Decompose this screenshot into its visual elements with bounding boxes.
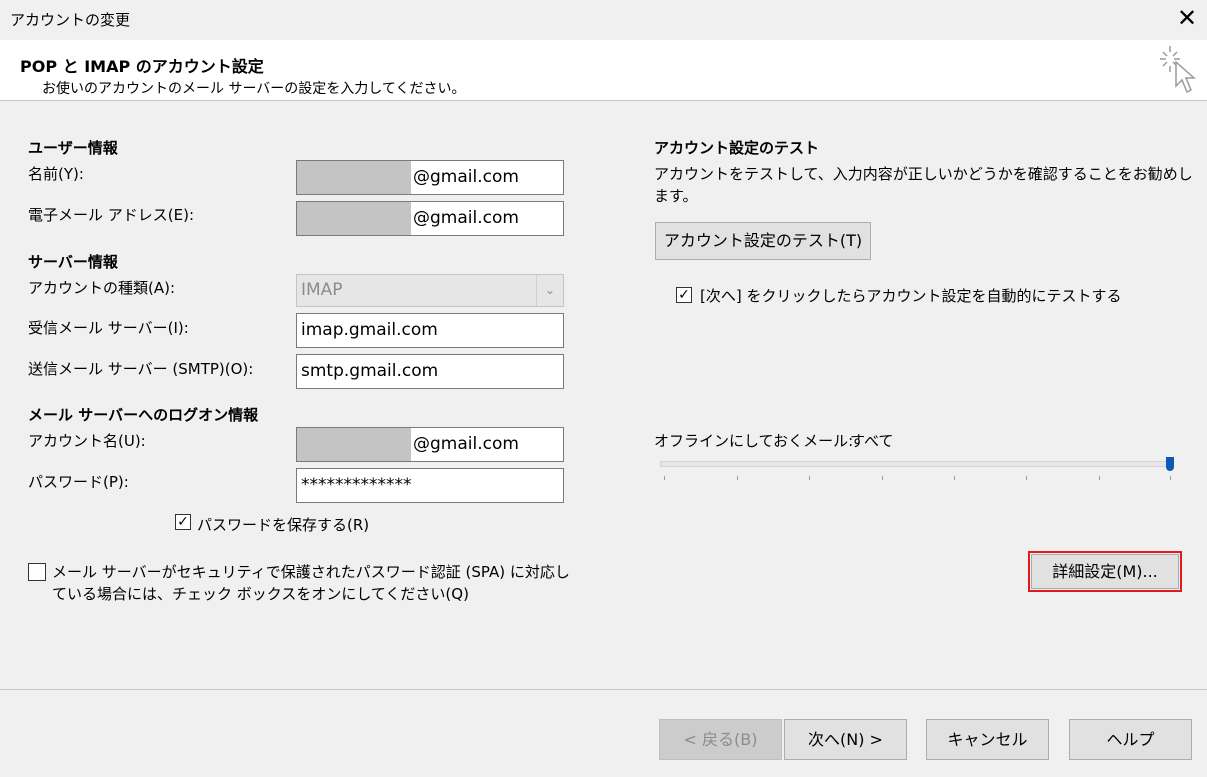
- email-label: 電子メール アドレス(E):: [28, 206, 195, 224]
- close-icon[interactable]: ✕: [1176, 4, 1198, 32]
- slider-tick: [882, 476, 883, 480]
- footer-divider: [0, 689, 1207, 690]
- redacted-mask: [297, 161, 411, 194]
- offline-mail-value: すべて: [850, 432, 894, 450]
- incoming-server-field[interactable]: imap.gmail.com: [296, 313, 564, 348]
- highlight-box: [1028, 551, 1182, 592]
- auto-test-checkbox[interactable]: ✓: [676, 287, 692, 303]
- account-type-value: IMAP: [301, 280, 343, 300]
- name-field-value: @gmail.com: [413, 167, 519, 187]
- test-heading: アカウント設定のテスト: [654, 139, 820, 157]
- spa-label-line2: ている場合には、チェック ボックスをオンにしてください(Q): [52, 585, 469, 603]
- header-title: POP と IMAP のアカウント設定: [20, 57, 264, 76]
- account-type-label: アカウントの種類(A):: [28, 279, 176, 297]
- slider-tick: [1170, 476, 1171, 480]
- cursor-sparkle-icon: [1160, 46, 1196, 94]
- email-field[interactable]: @gmail.com: [296, 201, 564, 236]
- account-name-label: アカウント名(U):: [28, 432, 146, 450]
- password-label: パスワード(P):: [28, 473, 129, 491]
- save-password-label: パスワードを保存する(R): [197, 516, 370, 534]
- offline-mail-label: オフラインにしておくメール:: [654, 432, 854, 450]
- outgoing-server-field[interactable]: smtp.gmail.com: [296, 354, 564, 389]
- account-name-field[interactable]: @gmail.com: [296, 427, 564, 462]
- redacted-mask: [297, 202, 411, 235]
- test-account-button[interactable]: アカウント設定のテスト(T): [655, 222, 871, 260]
- window-title: アカウントの変更: [10, 11, 131, 29]
- cancel-button[interactable]: キャンセル: [926, 719, 1049, 760]
- slider-thumb[interactable]: [1166, 457, 1174, 471]
- header-subtitle: お使いのアカウントのメール サーバーの設定を入力してください。: [42, 81, 466, 97]
- server-info-heading: サーバー情報: [28, 253, 118, 271]
- next-button[interactable]: 次へ(N) >: [784, 719, 907, 760]
- slider-tick: [1026, 476, 1027, 480]
- name-field[interactable]: @gmail.com: [296, 160, 564, 195]
- help-button[interactable]: ヘルプ: [1069, 719, 1192, 760]
- email-field-value: @gmail.com: [413, 208, 519, 228]
- slider-tick: [737, 476, 738, 480]
- test-description-line1: アカウントをテストして、入力内容が正しいかどうかを確認することをお勧めし: [654, 165, 1193, 183]
- spa-label-line1: メール サーバーがセキュリティで保護されたパスワード認証 (SPA) に対応し: [52, 563, 570, 581]
- back-button[interactable]: < 戻る(B): [659, 719, 782, 760]
- redacted-mask: [297, 428, 411, 461]
- auto-test-label: [次へ] をクリックしたらアカウント設定を自動的にテストする: [700, 287, 1122, 305]
- incoming-server-label: 受信メール サーバー(I):: [28, 319, 189, 337]
- slider-tick: [664, 476, 665, 480]
- test-description-line2: ます。: [654, 187, 698, 205]
- account-type-select[interactable]: IMAP ⌄: [296, 274, 564, 307]
- spa-checkbox[interactable]: [28, 563, 46, 581]
- dialog-header: POP と IMAP のアカウント設定 お使いのアカウントのメール サーバーの設…: [0, 40, 1207, 101]
- slider-tick: [1099, 476, 1100, 480]
- outgoing-server-label: 送信メール サーバー (SMTP)(O):: [28, 360, 254, 378]
- logon-info-heading: メール サーバーへのログオン情報: [28, 406, 259, 424]
- slider-tick: [954, 476, 955, 480]
- account-name-value: @gmail.com: [413, 434, 519, 454]
- password-field[interactable]: *************: [296, 468, 564, 503]
- offline-mail-slider[interactable]: [660, 461, 1172, 467]
- title-bar: アカウントの変更 ✕: [0, 0, 1207, 40]
- save-password-checkbox[interactable]: ✓: [175, 514, 191, 530]
- user-info-heading: ユーザー情報: [28, 139, 118, 157]
- name-label: 名前(Y):: [28, 165, 84, 183]
- chevron-down-icon: ⌄: [536, 275, 563, 306]
- slider-tick: [809, 476, 810, 480]
